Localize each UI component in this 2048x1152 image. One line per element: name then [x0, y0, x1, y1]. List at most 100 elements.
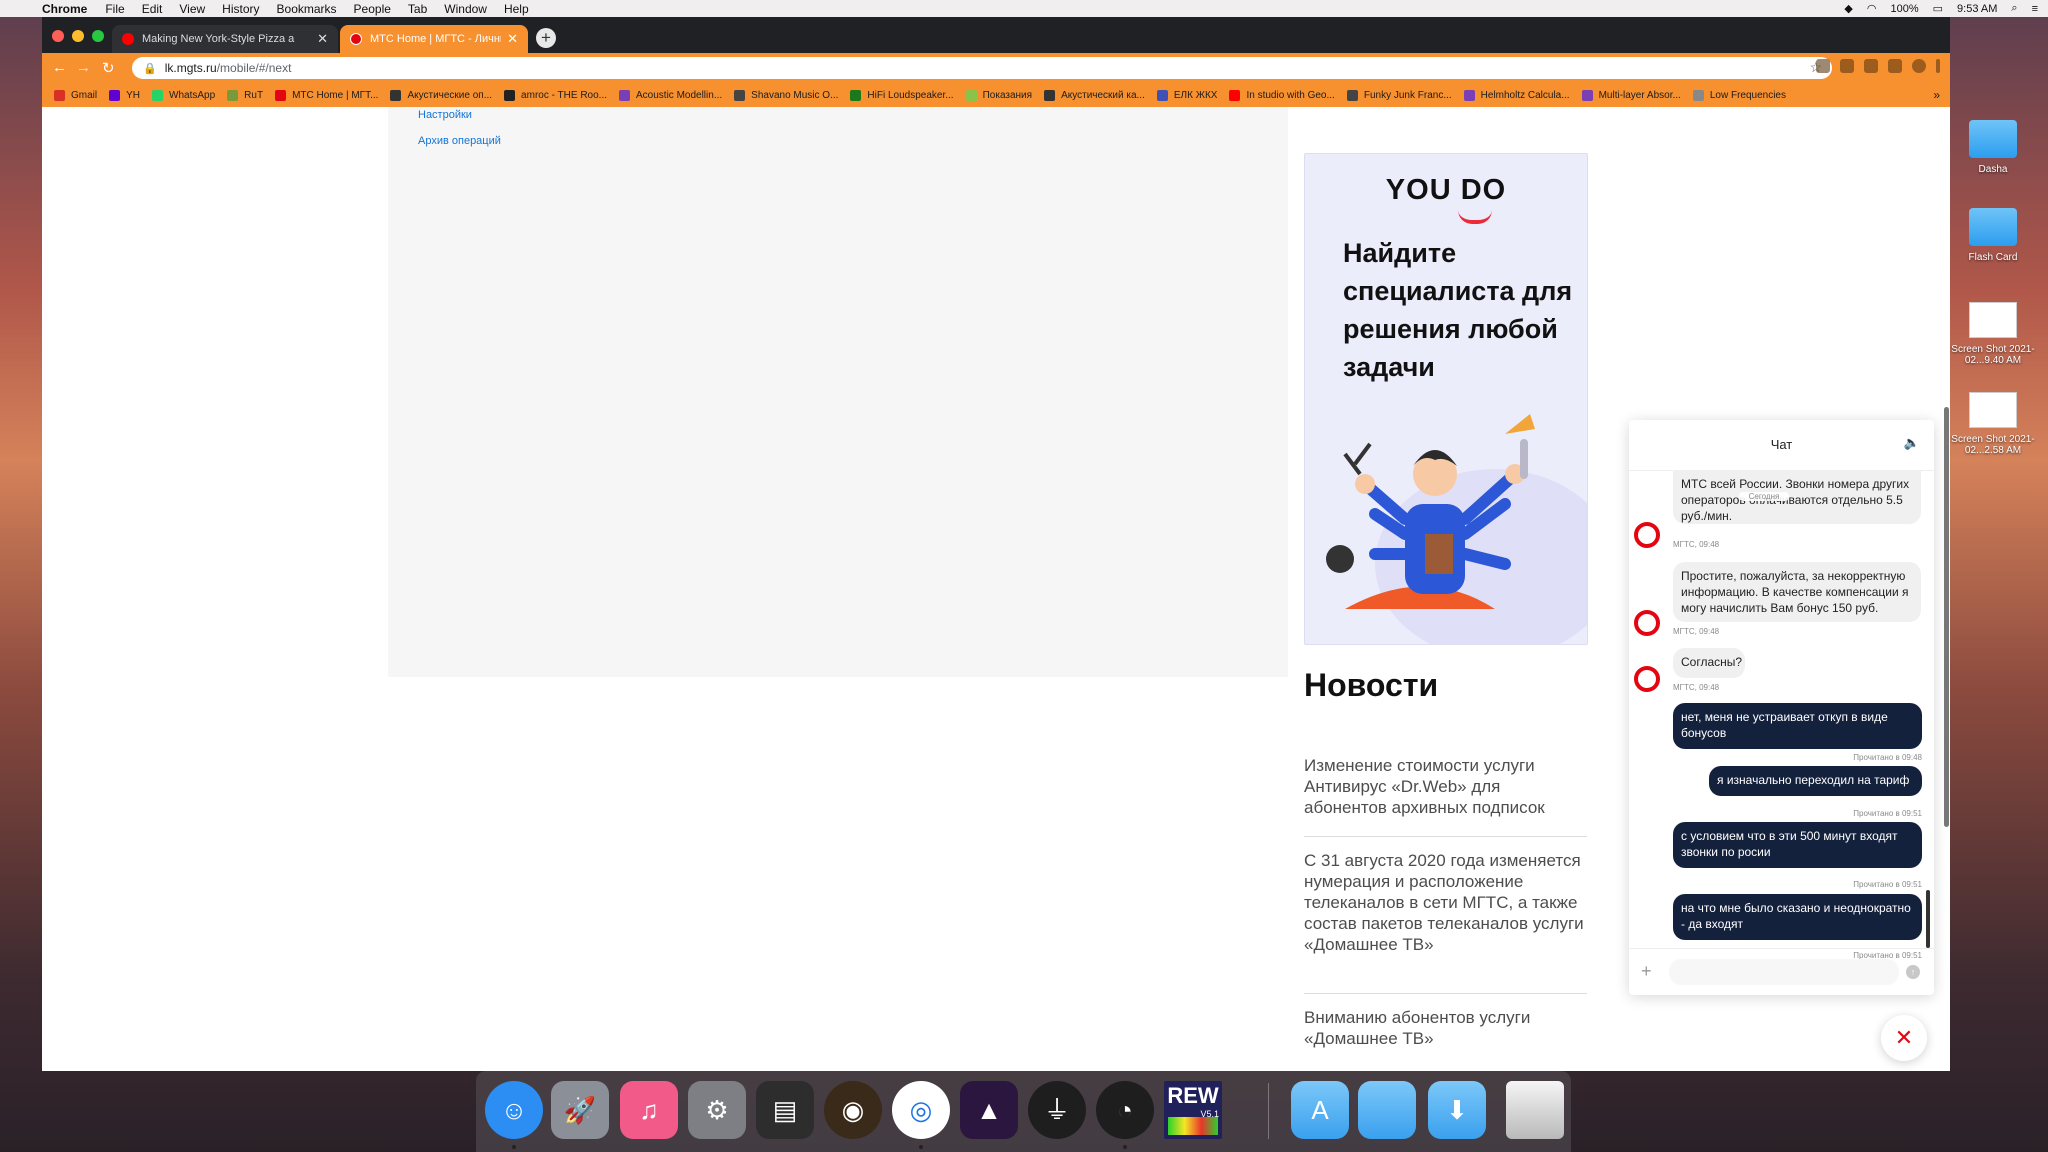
bookmark-item[interactable]: ЕЛК ЖКХ — [1156, 89, 1217, 101]
bookmark-item[interactable]: HiFi Loudspeaker... — [850, 89, 954, 101]
bookmark-item[interactable]: Helmholtz Calcula... — [1463, 89, 1570, 101]
extension-icon[interactable] — [1840, 59, 1854, 73]
chat-message-input[interactable] — [1669, 959, 1899, 985]
wifi-icon[interactable]: ◠ — [1867, 2, 1877, 15]
launchpad-icon[interactable]: 🚀 — [551, 1081, 609, 1139]
ua-console-icon[interactable]: ⏚ — [1028, 1081, 1086, 1139]
forward-icon[interactable]: → — [76, 59, 91, 76]
bookmark-item[interactable]: RuT — [227, 89, 263, 101]
lock-icon[interactable]: 🔒 — [143, 62, 157, 75]
ua-meter-icon[interactable]: ◔ — [1096, 1081, 1154, 1139]
news-item-3[interactable]: Вниманию абонентов услуги «Домашнее ТВ» — [1304, 1007, 1587, 1049]
page-scrollbar[interactable] — [1944, 407, 1949, 827]
more-bookmarks-icon[interactable]: » — [1933, 88, 1940, 102]
desktop-folder-flash-card[interactable]: Flash Card — [1943, 208, 2043, 263]
tab-youtube[interactable]: Making New York-Style Pizza a ✕ — [112, 25, 338, 53]
menu-tab[interactable]: Tab — [408, 2, 427, 16]
bookmark-item[interactable]: In studio with Geo... — [1229, 89, 1335, 101]
bookmark-item[interactable]: Акустический ка... — [1044, 89, 1145, 101]
operations-archive-link[interactable]: Архив операций — [418, 135, 501, 147]
bookmark-item[interactable]: Multi-layer Absor... — [1581, 89, 1681, 101]
bookmark-item[interactable]: Акустические оп... — [390, 89, 492, 101]
close-tab-icon[interactable]: ✕ — [507, 31, 518, 47]
bookmark-item[interactable]: Funky Junk Franc... — [1346, 89, 1452, 101]
menu-help[interactable]: Help — [504, 2, 529, 16]
news-item-2[interactable]: С 31 августа 2020 года изменяется нумера… — [1304, 850, 1587, 955]
dropbox-icon[interactable]: ◆ — [1844, 2, 1852, 15]
system-preferences-icon[interactable]: ⚙ — [688, 1081, 746, 1139]
trash-icon[interactable] — [1506, 1081, 1564, 1139]
ad-text: Найдите специалиста для решения любой за… — [1343, 238, 1573, 382]
itunes-icon[interactable]: ♫ — [620, 1081, 678, 1139]
bookmark-favicon-icon — [1346, 89, 1358, 101]
menu-view[interactable]: View — [179, 2, 205, 16]
rew-icon[interactable]: REW V5.1 — [1164, 1081, 1222, 1139]
close-tab-icon[interactable]: ✕ — [317, 31, 328, 47]
desktop-screenshot-2[interactable]: Screen Shot 2021-02...2.58 AM — [1943, 392, 2043, 456]
chat-title: Чат — [1770, 437, 1793, 452]
finder-icon[interactable]: ☺ — [485, 1081, 543, 1139]
pro-tools-icon[interactable]: ▲ — [960, 1081, 1018, 1139]
documents-folder-icon[interactable] — [1358, 1081, 1416, 1139]
puzzle-icon[interactable] — [1864, 59, 1878, 73]
bookmark-item[interactable]: Acoustic Modellin... — [619, 89, 722, 101]
attach-icon[interactable]: + — [1641, 961, 1652, 982]
close-window-button[interactable] — [52, 30, 64, 42]
battery-icon: ▭ — [1932, 3, 1944, 15]
chat-message-incoming: МТС всей России. Звонки номера других оп… — [1673, 470, 1921, 524]
apple-icon[interactable] — [14, 2, 28, 16]
downloads-folder-icon[interactable]: ⬇ — [1428, 1081, 1486, 1139]
bookmark-favicon-icon — [54, 89, 65, 101]
desktop-icon-label: Flash Card — [1968, 252, 2018, 263]
send-icon[interactable]: ↑ — [1906, 965, 1920, 979]
zoom-window-button[interactable] — [92, 30, 104, 42]
tab-title: Making New York-Style Pizza a — [142, 33, 295, 45]
battery-percent[interactable]: 100% — [1891, 3, 1919, 15]
speaker-app-icon[interactable]: ◉ — [824, 1081, 882, 1139]
desktop-folder-dasha[interactable]: Dasha — [1943, 120, 2043, 175]
menu-history[interactable]: History — [222, 2, 259, 16]
applications-folder-icon[interactable]: A — [1291, 1081, 1349, 1139]
profile-avatar[interactable] — [1912, 59, 1926, 73]
minimize-window-button[interactable] — [72, 30, 84, 42]
youdo-ad-banner[interactable]: YOU DO Найдите специалиста для решения л… — [1304, 153, 1588, 645]
bookmark-item[interactable]: Показания — [965, 89, 1032, 101]
new-tab-button[interactable]: + — [536, 28, 556, 48]
chrome-icon[interactable]: ◎ — [892, 1081, 950, 1139]
close-chat-button[interactable]: ✕ — [1881, 1015, 1927, 1061]
bookmark-item[interactable]: Shavano Music O... — [734, 89, 838, 101]
chat-message-incoming: Простите, пожалуйста, за некорректную ин… — [1673, 562, 1921, 622]
control-center-icon[interactable]: ≡ — [2032, 3, 2038, 15]
menu-edit[interactable]: Edit — [142, 2, 163, 16]
news-item-1[interactable]: Изменение стоимости услуги Антивирус «Dr… — [1304, 755, 1587, 818]
image-capture-icon[interactable]: ▤ — [756, 1081, 814, 1139]
extension-icon[interactable] — [1816, 59, 1830, 73]
bookmark-item[interactable]: WhatsApp — [152, 89, 215, 101]
bookmark-item[interactable]: amroc - THE Roo... — [504, 89, 607, 101]
menu-bookmarks[interactable]: Bookmarks — [277, 2, 337, 16]
bookmark-item[interactable]: МТС Home | МГТ... — [275, 89, 378, 101]
settings-link[interactable]: Настройки — [418, 109, 472, 121]
bookmark-item[interactable]: YH — [109, 89, 140, 101]
sound-toggle-icon[interactable]: 🔈 — [1904, 435, 1920, 451]
reading-list-icon[interactable] — [1888, 59, 1902, 73]
menu-kebab-icon[interactable] — [1936, 59, 1940, 73]
bookmark-label: Gmail — [71, 89, 98, 101]
chat-scrollbar[interactable] — [1926, 890, 1930, 948]
bookmark-item[interactable]: Low Frequencies — [1692, 89, 1786, 101]
mts-avatar — [1634, 522, 1660, 548]
menu-chrome[interactable]: Chrome — [42, 2, 87, 16]
bookmark-item[interactable]: Gmail — [54, 89, 98, 101]
desktop-screenshot-1[interactable]: Screen Shot 2021-02...9.40 AM — [1943, 302, 2043, 366]
menu-window[interactable]: Window — [444, 2, 487, 16]
address-bar[interactable]: 🔒 lk.mgts.ru/mobile/#/next ☆ — [132, 57, 1832, 79]
back-icon[interactable]: ← — [52, 59, 67, 76]
menu-file[interactable]: File — [105, 2, 124, 16]
clock[interactable]: 9:53 AM — [1957, 3, 1997, 15]
date-divider: Сегодня — [1739, 492, 1789, 501]
tab-mgts[interactable]: МТС Home | МГТС - Личный к ✕ — [340, 25, 528, 53]
reload-icon[interactable]: ↻ — [102, 59, 115, 77]
bookmark-favicon-icon — [619, 89, 630, 101]
spotlight-icon[interactable]: ⌕ — [2011, 2, 2017, 15]
menu-people[interactable]: People — [354, 2, 391, 16]
